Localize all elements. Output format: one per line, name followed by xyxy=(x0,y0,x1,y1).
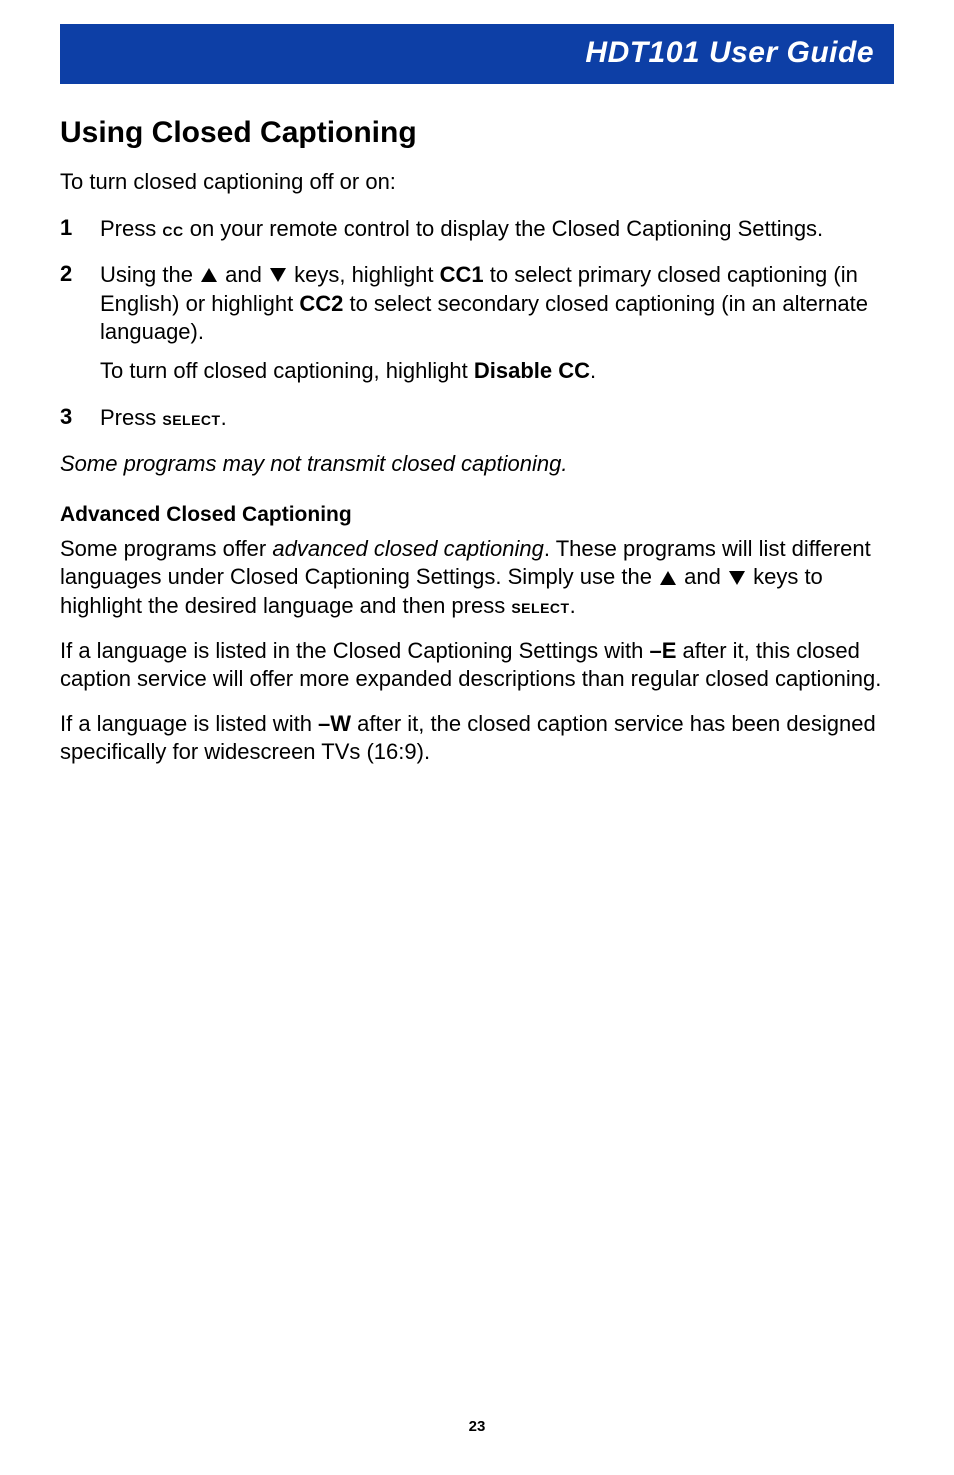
step-number: 3 xyxy=(60,404,100,433)
adv-p1b: advanced closed captioning xyxy=(272,536,544,561)
section-heading: Using Closed Captioning xyxy=(60,116,894,150)
header-banner: HDT101 User Guide xyxy=(60,24,894,84)
w-suffix-label: –W xyxy=(318,711,351,736)
adv-p1and: and xyxy=(678,564,727,589)
select-key-label: select xyxy=(162,408,220,430)
advanced-p3: If a language is listed with –W after it… xyxy=(60,710,894,767)
note-paragraph: Some programs may not transmit closed ca… xyxy=(60,450,894,479)
adv-p3a: If a language is listed with xyxy=(60,711,318,736)
step-body: Using the and keys, highlight CC1 to sel… xyxy=(100,261,894,385)
advanced-p2: If a language is listed in the Closed Ca… xyxy=(60,637,894,694)
step-2: 2 Using the and keys, highlight CC1 to s… xyxy=(60,261,894,385)
step2-text2: keys, highlight xyxy=(288,262,440,287)
cc1-label: CC1 xyxy=(440,262,484,287)
cc-key-label: cc xyxy=(162,219,183,241)
step2-and: and xyxy=(219,262,268,287)
cc2-label: CC2 xyxy=(299,291,343,316)
advanced-heading: Advanced Closed Captioning xyxy=(60,503,894,527)
adv-p2a: If a language is listed in the Closed Ca… xyxy=(60,638,649,663)
step2-sub: To turn off closed captioning, highlight… xyxy=(100,357,894,386)
lead-paragraph: To turn closed captioning off or on: xyxy=(60,168,894,197)
page-content: HDT101 User Guide Using Closed Captionin… xyxy=(60,24,894,1418)
up-arrow-icon xyxy=(201,268,217,282)
adv-p1a: Some programs offer xyxy=(60,536,272,561)
step3-text1: Press xyxy=(100,405,162,430)
step-1: 1 Press cc on your remote control to dis… xyxy=(60,215,894,244)
step-number: 1 xyxy=(60,215,100,244)
step-body: Press cc on your remote control to displ… xyxy=(100,215,894,244)
step-body: Press select. xyxy=(100,404,894,433)
step3-text2: . xyxy=(221,405,227,430)
e-suffix-label: –E xyxy=(649,638,676,663)
banner-title: HDT101 User Guide xyxy=(585,36,874,69)
down-arrow-icon xyxy=(729,571,745,585)
step-3: 3 Press select. xyxy=(60,404,894,433)
step-number: 2 xyxy=(60,261,100,385)
up-arrow-icon xyxy=(660,571,676,585)
advanced-p1: Some programs offer advanced closed capt… xyxy=(60,535,894,621)
page-number: 23 xyxy=(60,1418,894,1435)
disable-cc-label: Disable CC xyxy=(474,358,590,383)
step1-text1: Press xyxy=(100,216,162,241)
step2-text1: Using the xyxy=(100,262,199,287)
down-arrow-icon xyxy=(270,268,286,282)
step1-text2: on your remote control to display the Cl… xyxy=(184,216,824,241)
step2-sub1: To turn off closed captioning, highlight xyxy=(100,358,474,383)
step2-sub2: . xyxy=(590,358,596,383)
adv-p1e: . xyxy=(570,593,576,618)
select-key-label: select xyxy=(511,596,569,618)
